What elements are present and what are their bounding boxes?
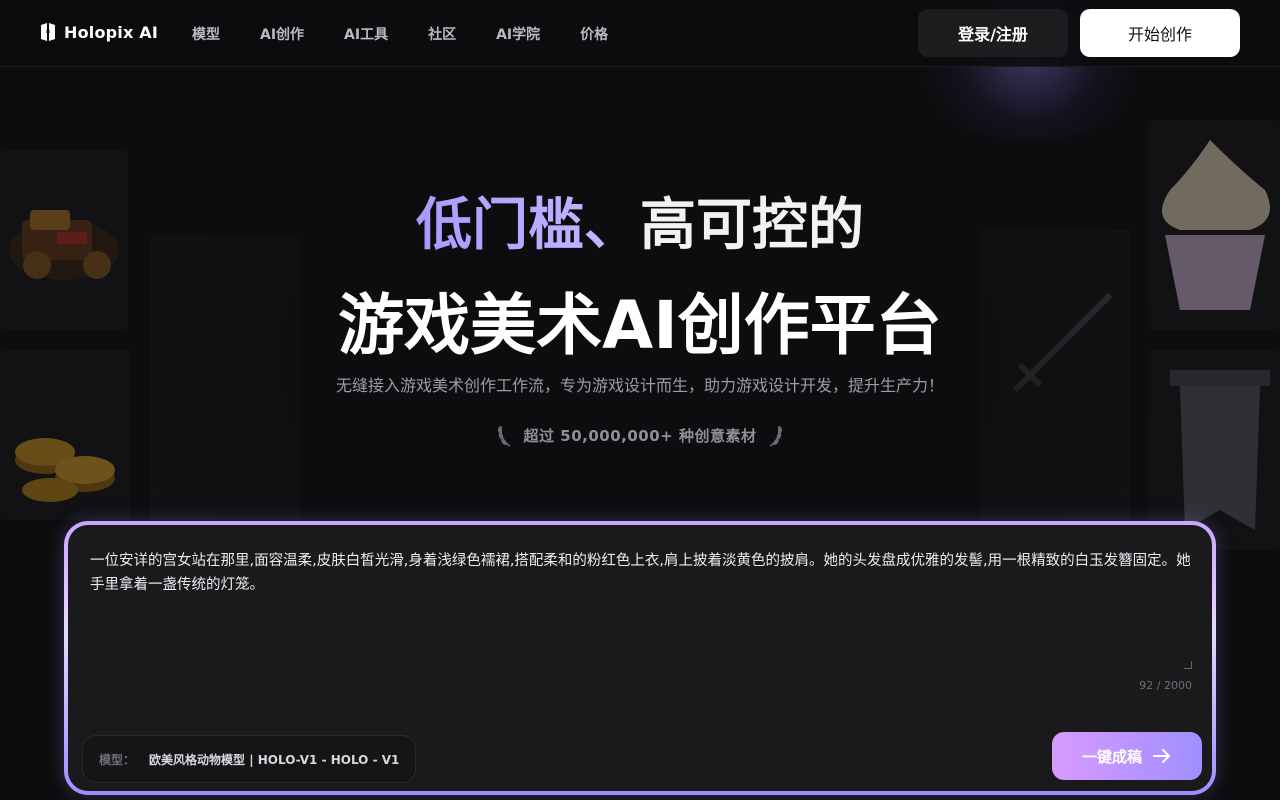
nav-item-pricing[interactable]: 价格 — [580, 24, 608, 44]
arrow-right-icon — [1153, 749, 1170, 763]
generate-button[interactable]: 一键成稿 — [1052, 732, 1202, 780]
headline-line-1: 低门槛、高可控的 — [0, 180, 1280, 261]
headline-plain: 高可控的 — [640, 193, 864, 258]
assets-stat-text: 超过 50,000,000+ 种创意素材 — [523, 426, 757, 445]
laurel-right-icon — [770, 425, 783, 447]
prompt-textarea[interactable]: 一位安详的宫女站在那里,面容温柔,皮肤白皙光滑,身着浅绿色襦裙,搭配柔和的粉红色… — [90, 549, 1194, 669]
nav-item-models[interactable]: 模型 — [192, 24, 220, 44]
main-nav: 模型 AI创作 AI工具 社区 AI学院 价格 — [192, 24, 608, 44]
prompt-panel-inner: 一位安详的宫女站在那里,面容温柔,皮肤白皙光滑,身着浅绿色襦裙,搭配柔和的粉红色… — [68, 525, 1212, 791]
headline-accent: 低门槛、 — [416, 193, 640, 258]
headline-line-2: 游戏美术AI创作平台 — [338, 287, 942, 364]
holopix-logo-icon — [41, 23, 55, 41]
brand-logo[interactable]: Holopix AI — [40, 22, 158, 42]
generate-button-label: 一键成稿 — [1081, 747, 1142, 766]
brand-name: Holopix AI — [64, 22, 159, 42]
prompt-panel: 一位安详的宫女站在那里,面容温柔,皮肤白皙光滑,身着浅绿色襦裙,搭配柔和的粉红色… — [64, 521, 1216, 795]
model-selector[interactable]: 模型： 欧美风格动物模型 | HOLO-V1 - HOLO - V1 — [82, 735, 417, 783]
model-value: 欧美风格动物模型 | HOLO-V1 - HOLO - V1 — [149, 752, 400, 767]
nav-item-ai-academy[interactable]: AI学院 — [496, 24, 540, 44]
laurel-left-icon — [497, 425, 510, 447]
login-register-button[interactable]: 登录/注册 — [918, 9, 1068, 57]
nav-item-community[interactable]: 社区 — [428, 24, 456, 44]
top-header: Holopix AI 模型 AI创作 AI工具 社区 AI学院 价格 登录/注册… — [0, 0, 1280, 67]
hero-subtitle: 无缝接入游戏美术创作工作流，专为游戏设计而生，助力游戏设计开发，提升生产力！ — [335, 376, 944, 395]
nav-item-ai-tools[interactable]: AI工具 — [344, 24, 388, 44]
textarea-resize-handle[interactable] — [1184, 661, 1192, 669]
start-creating-button[interactable]: 开始创作 — [1080, 9, 1240, 57]
assets-stat: 超过 50,000,000+ 种创意素材 — [0, 422, 1280, 448]
nav-item-ai-create[interactable]: AI创作 — [260, 24, 304, 44]
character-counter: 92 / 2000 — [1139, 679, 1192, 692]
model-label: 模型： — [99, 752, 136, 767]
